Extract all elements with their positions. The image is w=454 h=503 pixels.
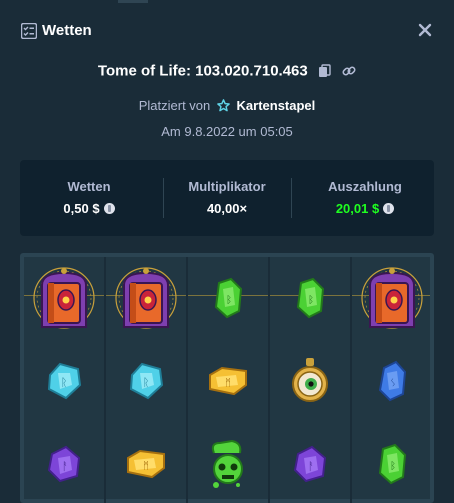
svg-text:ᛒ: ᛒ <box>308 295 314 306</box>
svg-text:ᚱ: ᚱ <box>61 376 68 389</box>
cyan-gem-icon: ᚱ <box>24 342 104 420</box>
payout-label: Auszahlung <box>328 179 402 194</box>
svg-text:ᚨ: ᚨ <box>62 460 69 473</box>
reel-column: ᚱ ᛗ <box>106 257 186 503</box>
copy-icon[interactable] <box>318 64 332 78</box>
wager-stat: Wetten 0,50 $ <box>20 160 158 236</box>
svg-text:ᛗ: ᛗ <box>225 378 231 389</box>
purple-gem-icon: ᚨ <box>24 425 104 503</box>
svg-text:ᚨ: ᚨ <box>308 460 315 473</box>
bets-list-icon <box>21 23 37 39</box>
purple-gem-icon: ᚨ <box>270 425 350 503</box>
svg-text:ᛗ: ᛗ <box>143 461 149 472</box>
green-gem-icon: ᛒ <box>270 259 350 337</box>
multiplier-label: Multiplikator <box>188 179 266 194</box>
wager-value: 0,50 $ <box>63 201 100 216</box>
reel-column: ᛒ ᛗ <box>188 257 268 503</box>
divider <box>291 178 292 218</box>
yellow-gem-icon: ᛗ <box>188 342 268 420</box>
modal-header: Wetten <box>0 0 454 60</box>
litecoin-icon <box>383 203 395 214</box>
placed-by-line: Platziert von Kartenstapel <box>0 98 454 113</box>
reel-column: ᛒ ᚨ <box>270 257 350 503</box>
reel-column: ᚱ ᚨ <box>24 257 104 503</box>
litecoin-icon <box>103 203 115 214</box>
close-icon[interactable] <box>416 21 434 39</box>
game-id-line: Tome of Life: 103.020.710.463 <box>0 62 454 80</box>
bet-stats-panel: Wetten 0,50 $ Multiplikator 40,00× Ausza… <box>20 160 434 236</box>
green-gem-icon: ᛒ <box>188 259 268 337</box>
svg-text:ᛒ: ᛒ <box>390 461 396 472</box>
bet-date: Am 9.8.2022 um 05:05 <box>161 124 293 139</box>
multiplier-value: 40,00× <box>206 201 248 216</box>
reel-column: ᛊ ᛒ <box>352 257 432 503</box>
tome-symbol-icon <box>24 259 104 337</box>
game-id-text: Tome of Life: 103.020.710.463 <box>97 62 308 80</box>
payout-stat: Auszahlung 20,01 $ <box>296 160 434 236</box>
link-icon[interactable] <box>342 64 356 78</box>
player-name-link[interactable]: Kartenstapel <box>237 98 316 113</box>
green-gem-icon: ᛒ <box>352 425 432 503</box>
payout-value: 20,01 $ <box>335 201 380 216</box>
vip-star-icon <box>217 99 230 112</box>
svg-text:ᛊ: ᛊ <box>390 378 396 389</box>
modal-title: Wetten <box>42 22 92 39</box>
slot-reels: ᚱ ᚨ ᚱ ᛗ ᛒ ᛗ ᛒ ᚨ ᛊ ᛒ <box>20 253 434 503</box>
payout-value-row: 20,01 $ <box>296 201 434 216</box>
blue-gem-icon: ᛊ <box>352 342 432 420</box>
svg-text:ᚱ: ᚱ <box>143 376 150 389</box>
svg-text:ᛒ: ᛒ <box>226 295 232 306</box>
wager-label: Wetten <box>67 179 111 194</box>
cyan-gem-icon: ᚱ <box>106 342 186 420</box>
green-potion-skull-icon <box>188 425 268 503</box>
tome-symbol-icon <box>106 259 186 337</box>
multiplier-stat: Multiplikator 40,00× <box>158 160 296 236</box>
eye-amulet-icon <box>270 342 350 420</box>
placed-by-prefix: Platziert von <box>138 98 211 113</box>
yellow-gem-icon: ᛗ <box>106 425 186 503</box>
tome-symbol-icon <box>352 259 432 337</box>
wager-value-row: 0,50 $ <box>20 201 158 216</box>
